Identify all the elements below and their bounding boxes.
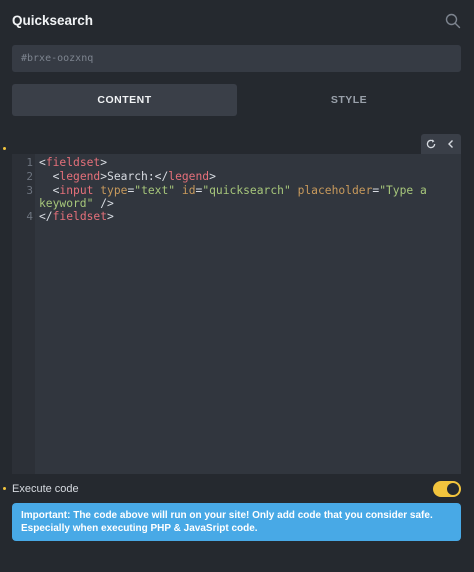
- execute-code-label: Execute code: [12, 483, 79, 495]
- line-number: 3: [26, 184, 33, 197]
- toggle-knob: [447, 483, 459, 495]
- line-number: 1: [26, 156, 33, 169]
- notice-line: Important: The code above will run on yo…: [21, 510, 433, 521]
- modified-indicator: [3, 487, 6, 490]
- code-line: <legend>Search:</legend>: [52, 170, 216, 183]
- tab-style[interactable]: STYLE: [237, 84, 461, 116]
- line-number: 4: [26, 210, 33, 223]
- search-icon: [445, 13, 461, 29]
- line-number: 2: [26, 170, 33, 183]
- code-line: <fieldset>: [39, 156, 108, 169]
- warning-notice: Important: The code above will run on yo…: [12, 503, 461, 541]
- refresh-icon: [426, 139, 436, 149]
- tab-content[interactable]: CONTENT: [12, 84, 237, 116]
- line-gutter: 1 2 3 4: [12, 154, 35, 474]
- refresh-button[interactable]: [421, 134, 441, 154]
- collapse-button[interactable]: [441, 134, 461, 154]
- element-id-field[interactable]: #brxe-oozxnq: [12, 45, 461, 72]
- panel-header: Quicksearch: [0, 0, 474, 40]
- search-button[interactable]: [443, 11, 463, 31]
- editor-toolbar: [421, 134, 461, 154]
- code-line: keyword" />: [39, 197, 114, 210]
- panel-title: Quicksearch: [12, 13, 94, 28]
- code-editor[interactable]: 1 2 3 4 <fieldset> <legend>Search:</lege…: [12, 154, 461, 474]
- code-line: </fieldset>: [39, 210, 114, 223]
- execute-code-toggle[interactable]: [433, 481, 461, 497]
- modified-indicator: [3, 147, 6, 150]
- code-line: <input type="text" id="quicksearch" plac…: [52, 184, 427, 197]
- notice-line: Especially when executing PHP & JavaSrip…: [21, 523, 258, 534]
- chevron-left-icon: [448, 140, 453, 148]
